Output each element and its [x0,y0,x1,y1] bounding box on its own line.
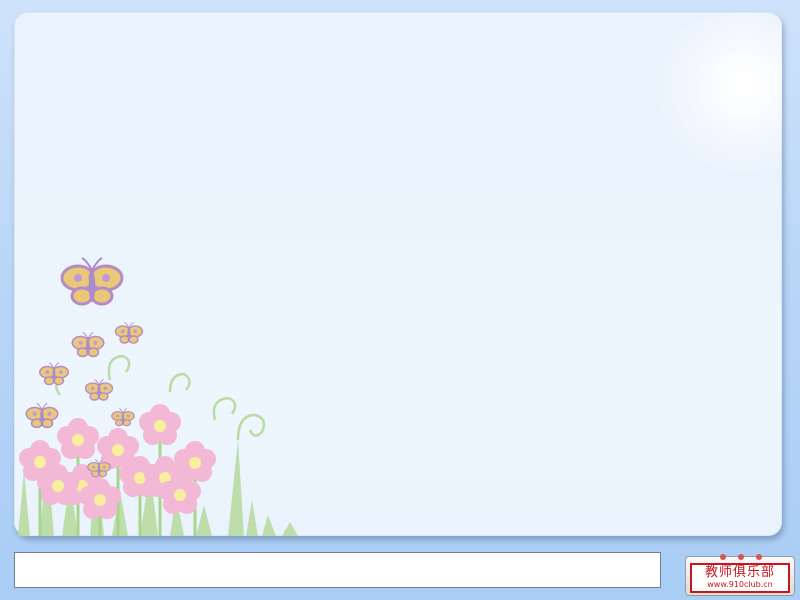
logo-dot [756,554,762,560]
slide-panel [14,12,782,536]
logo-frame: 教师俱乐部 www.910club.cn [690,563,790,593]
teacher-club-logo: 教师俱乐部 www.910club.cn [685,554,795,596]
sun-glow [644,12,782,172]
logo-title: 教师俱乐部 [704,565,775,580]
logo-url: www.910club.cn [707,580,773,589]
logo-dot [720,554,726,560]
logo-decoration [716,554,766,562]
logo-dot [738,554,744,560]
bottom-text-box[interactable] [14,552,661,588]
